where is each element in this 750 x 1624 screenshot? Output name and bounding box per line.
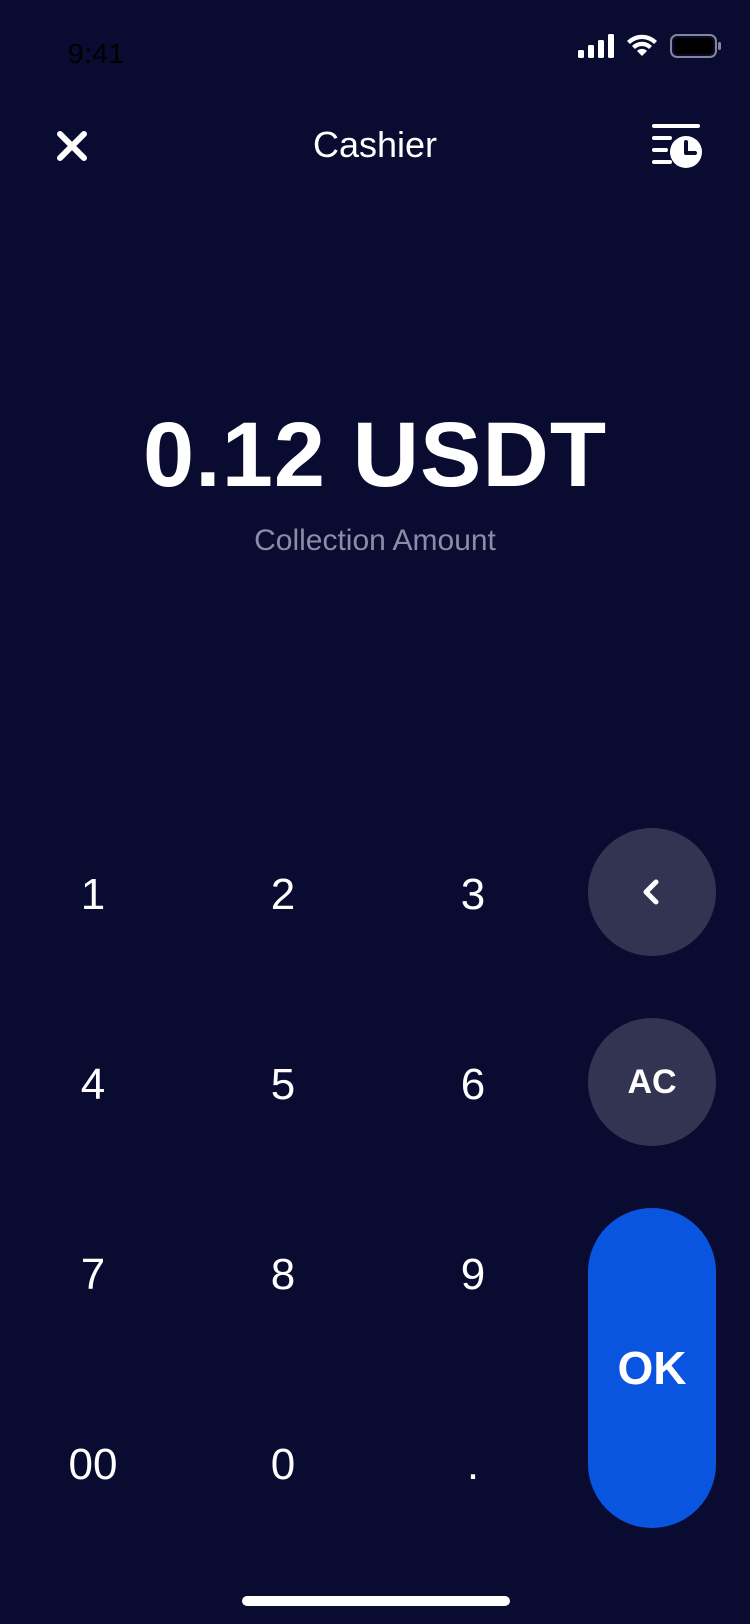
status-time: 9:41 [68,38,125,69]
clear-button[interactable]: AC [588,1018,716,1146]
key-4[interactable]: 4 [13,1025,173,1145]
key-decimal-point[interactable]: . [393,1405,553,1525]
amount-label: Collection Amount [254,524,496,557]
home-indicator[interactable] [242,1596,510,1606]
nav-bar: Cashier [0,110,750,180]
key-2[interactable]: 2 [203,835,363,955]
status-icons [578,34,722,58]
page-title: Cashier [312,124,438,165]
chevron-left-icon [643,879,659,905]
battery-icon [670,34,721,58]
backspace-button[interactable] [588,828,716,956]
ok-button[interactable]: OK [588,1208,716,1528]
key-6[interactable]: 6 [393,1025,553,1145]
key-1[interactable]: 1 [13,835,173,955]
history-button[interactable] [650,120,704,172]
clear-button-label: AC [627,1062,677,1101]
wifi-icon [627,34,657,56]
ok-button-label: OK [617,1342,687,1394]
cellular-signal-icon [578,34,614,58]
key-3[interactable]: 3 [393,835,553,955]
key-7[interactable]: 7 [13,1215,173,1335]
status-bar: 9:41 [0,0,750,100]
amount-display: 0.12 USDT Collection Amount [0,400,750,558]
key-8[interactable]: 8 [203,1215,363,1335]
key-double-zero[interactable]: 00 [13,1405,173,1525]
amount-value: 0.12 USDT [142,404,608,506]
key-0[interactable]: 0 [203,1405,363,1525]
history-clock-icon [652,124,702,168]
key-5[interactable]: 5 [203,1025,363,1145]
key-9[interactable]: 9 [393,1215,553,1335]
